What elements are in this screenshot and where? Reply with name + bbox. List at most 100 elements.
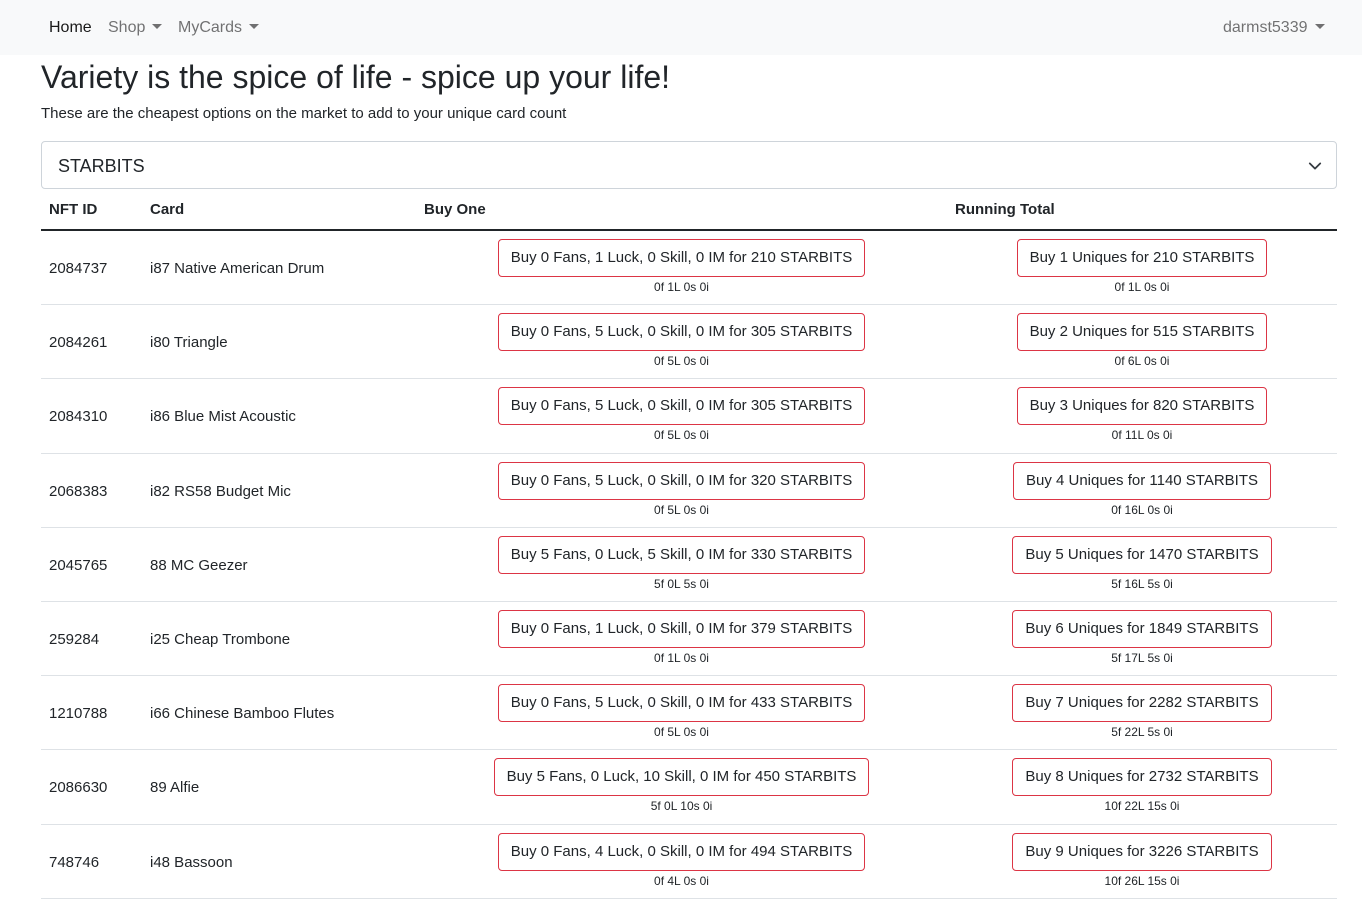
running-total-stats: 0f 16L 0s 0i <box>1111 502 1173 517</box>
header-buy-one: Buy One <box>424 201 486 218</box>
buy-one-cell: Buy 0 Fans, 5 Luck, 0 Skill, 0 IM for 30… <box>424 387 939 443</box>
running-total-stats: 10f 26L 15s 0i <box>1104 873 1180 888</box>
buy-one-cell: Buy 0 Fans, 5 Luck, 0 Skill, 0 IM for 30… <box>424 313 939 369</box>
running-total-stats: 0f 6L 0s 0i <box>1114 354 1170 369</box>
buy-uniques-button[interactable]: Buy 3 Uniques for 820 STARBITS <box>1016 387 1268 426</box>
nav-shop-label: Shop <box>108 19 146 36</box>
nav-home-link[interactable]: Home <box>49 18 92 38</box>
card-name-cell: 88 MC Geezer <box>150 556 248 574</box>
buy-one-button[interactable]: Buy 5 Fans, 0 Luck, 5 Skill, 0 IM for 33… <box>497 535 866 574</box>
buy-one-stats: 0f 5L 0s 0i <box>654 502 709 517</box>
buy-uniques-button[interactable]: Buy 5 Uniques for 1470 STARBITS <box>1012 535 1272 574</box>
running-total-stats: 0f 1L 0s 0i <box>1114 280 1170 294</box>
buy-one-stats: 0f 5L 0s 0i <box>654 354 709 369</box>
card-name-cell: i86 Blue Mist Acoustic <box>150 408 296 426</box>
page-subtitle: These are the cheapest options on the ma… <box>41 105 567 122</box>
card-name-cell: i48 Bassoon <box>150 853 233 871</box>
nav-mycards-label: MyCards <box>178 19 243 36</box>
chevron-down-icon <box>1308 162 1322 170</box>
user-name: darmst5339 <box>1223 19 1308 36</box>
buy-one-button[interactable]: Buy 0 Fans, 5 Luck, 0 Skill, 0 IM for 30… <box>497 387 866 426</box>
card-name-cell: i87 Native American Drum <box>150 260 325 277</box>
running-total-cell: Buy 9 Uniques for 3226 STARBITS 10f 26L 1… <box>956 832 1328 889</box>
caret-down-icon <box>249 24 260 29</box>
table-row: 259284 i25 Cheap Trombone Buy 0 Fans, 1 Lu… <box>41 602 1337 677</box>
buy-one-cell: Buy 0 Fans, 1 Luck, 0 Skill, 0 IM for 21… <box>424 239 939 295</box>
running-total-cell: Buy 4 Uniques for 1140 STARBITS 0f 16L 0s… <box>956 461 1328 518</box>
running-total-cell: Buy 1 Uniques for 210 STARBITS 0f 1L 0s 0… <box>956 239 1328 295</box>
table-row: 2084737 i87 Native American Drum Buy 0 Fan… <box>41 231 1337 306</box>
nft-id-cell: 748746 <box>49 853 100 871</box>
header-nft-id: NFT ID <box>49 201 98 218</box>
nft-id-cell: 2068383 <box>49 482 108 500</box>
nft-id-cell: 259284 <box>49 630 100 648</box>
table-row: 748746 i48 Bassoon Buy 0 Fans, 4 Luck, 0 S… <box>41 825 1337 899</box>
table-row: 1210788 i66 Chinese Bamboo Flutes Buy 0 Fa… <box>41 676 1337 751</box>
buy-one-cell: Buy 0 Fans, 5 Luck, 0 Skill, 0 IM for 43… <box>424 684 939 740</box>
running-total-cell: Buy 3 Uniques for 820 STARBITS 0f 11L 0s … <box>956 387 1328 443</box>
table-body: 2084737 i87 Native American Drum Buy 0 Fan… <box>41 231 1337 899</box>
table-row: 2068383 i82 RS58 Budget Mic Buy 0 Fans, 5 … <box>41 454 1337 528</box>
buy-one-button[interactable]: Buy 0 Fans, 5 Luck, 0 Skill, 0 IM for 30… <box>497 313 866 352</box>
buy-one-cell: Buy 0 Fans, 5 Luck, 0 Skill, 0 IM for 32… <box>424 461 939 518</box>
buy-uniques-button[interactable]: Buy 7 Uniques for 2282 STARBITS <box>1012 684 1272 723</box>
buy-one-button[interactable]: Buy 0 Fans, 5 Luck, 0 Skill, 0 IM for 43… <box>497 684 866 723</box>
buy-one-button[interactable]: Buy 0 Fans, 4 Luck, 0 Skill, 0 IM for 49… <box>497 832 866 871</box>
buy-one-cell: Buy 0 Fans, 1 Luck, 0 Skill, 0 IM for 37… <box>424 609 939 666</box>
header-card: Card <box>150 201 185 218</box>
buy-one-stats: 0f 5L 0s 0i <box>654 725 709 740</box>
buy-uniques-button[interactable]: Buy 6 Uniques for 1849 STARBITS <box>1012 609 1272 648</box>
running-total-cell: Buy 5 Uniques for 1470 STARBITS 5f 16L 5s… <box>956 535 1328 592</box>
buy-one-stats: 0f 1L 0s 0i <box>654 650 709 665</box>
running-total-stats: 5f 22L 5s 0i <box>1111 725 1173 740</box>
caret-down-icon <box>152 24 163 29</box>
nft-id-cell: 2084737 <box>49 260 108 277</box>
buy-one-cell: Buy 5 Fans, 0 Luck, 10 Skill, 0 IM for 4… <box>424 758 939 814</box>
table-header: NFT ID Card Buy One Running Total <box>41 189 1337 231</box>
table-row: 2045765 88 MC Geezer Buy 5 Fans, 0 Luck, 5… <box>41 528 1337 602</box>
running-total-cell: Buy 8 Uniques for 2732 STARBITS 10f 22L 1… <box>956 758 1328 814</box>
navbar: Home Shop MyCards darmst5339 <box>0 0 1362 55</box>
table-row: 2086630 89 Alfie Buy 5 Fans, 0 Luck, 10 Sk… <box>41 750 1337 825</box>
buy-one-button[interactable]: Buy 0 Fans, 5 Luck, 0 Skill, 0 IM for 32… <box>497 461 866 500</box>
nft-id-cell: 2086630 <box>49 779 108 797</box>
table-row: 2084310 i86 Blue Mist Acoustic Buy 0 Fans,… <box>41 379 1337 454</box>
buy-one-cell: Buy 0 Fans, 4 Luck, 0 Skill, 0 IM for 49… <box>424 832 939 889</box>
buy-uniques-button[interactable]: Buy 9 Uniques for 3226 STARBITS <box>1012 832 1272 871</box>
running-total-cell: Buy 6 Uniques for 1849 STARBITS 5f 17L 5s… <box>956 609 1328 666</box>
buy-one-stats: 0f 4L 0s 0i <box>654 873 709 888</box>
table-row: 2084261 i80 Triangle Buy 0 Fans, 5 Luck, 0… <box>41 305 1337 380</box>
buy-one-button[interactable]: Buy 0 Fans, 1 Luck, 0 Skill, 0 IM for 37… <box>497 609 866 648</box>
nft-id-cell: 1210788 <box>49 705 108 723</box>
nav-shop-dropdown[interactable]: Shop <box>108 18 163 38</box>
buy-uniques-button[interactable]: Buy 1 Uniques for 210 STARBITS <box>1016 239 1268 277</box>
card-name-cell: i80 Triangle <box>150 334 228 352</box>
nav-mycards-dropdown[interactable]: MyCards <box>178 18 260 38</box>
nft-id-cell: 2084261 <box>49 334 108 352</box>
header-running-total: Running Total <box>955 201 1055 218</box>
running-total-cell: Buy 7 Uniques for 2282 STARBITS 5f 22L 5s… <box>956 684 1328 740</box>
buy-one-cell: Buy 5 Fans, 0 Luck, 5 Skill, 0 IM for 33… <box>424 535 939 592</box>
card-name-cell: i82 RS58 Budget Mic <box>150 482 291 500</box>
card-name-cell: i25 Cheap Trombone <box>150 630 291 648</box>
user-menu-dropdown[interactable]: darmst5339 <box>1223 18 1325 38</box>
running-total-stats: 5f 17L 5s 0i <box>1111 650 1173 665</box>
buy-uniques-button[interactable]: Buy 8 Uniques for 2732 STARBITS <box>1012 758 1272 797</box>
buy-one-button[interactable]: Buy 5 Fans, 0 Luck, 10 Skill, 0 IM for 4… <box>493 758 870 797</box>
card-name-cell: 89 Alfie <box>150 779 200 797</box>
currency-select-value: STARBITS <box>58 156 145 176</box>
buy-one-stats: 0f 1L 0s 0i <box>654 280 709 294</box>
running-total-stats: 10f 22L 15s 0i <box>1104 799 1180 814</box>
nft-id-cell: 2084310 <box>49 408 108 426</box>
nft-id-cell: 2045765 <box>49 556 108 574</box>
buy-uniques-button[interactable]: Buy 4 Uniques for 1140 STARBITS <box>1012 461 1272 500</box>
buy-one-stats: 5f 0L 10s 0i <box>650 799 713 814</box>
buy-uniques-button[interactable]: Buy 2 Uniques for 515 STARBITS <box>1016 313 1268 352</box>
running-total-stats: 5f 16L 5s 0i <box>1111 576 1173 591</box>
buy-one-stats: 5f 0L 5s 0i <box>654 576 709 591</box>
currency-select[interactable]: STARBITS <box>41 141 1337 189</box>
buy-one-stats: 0f 5L 0s 0i <box>654 428 709 443</box>
page-title: Variety is the spice of life - spice up … <box>41 59 671 95</box>
card-name-cell: i66 Chinese Bamboo Flutes <box>150 705 335 723</box>
buy-one-button[interactable]: Buy 0 Fans, 1 Luck, 0 Skill, 0 IM for 21… <box>497 239 866 277</box>
